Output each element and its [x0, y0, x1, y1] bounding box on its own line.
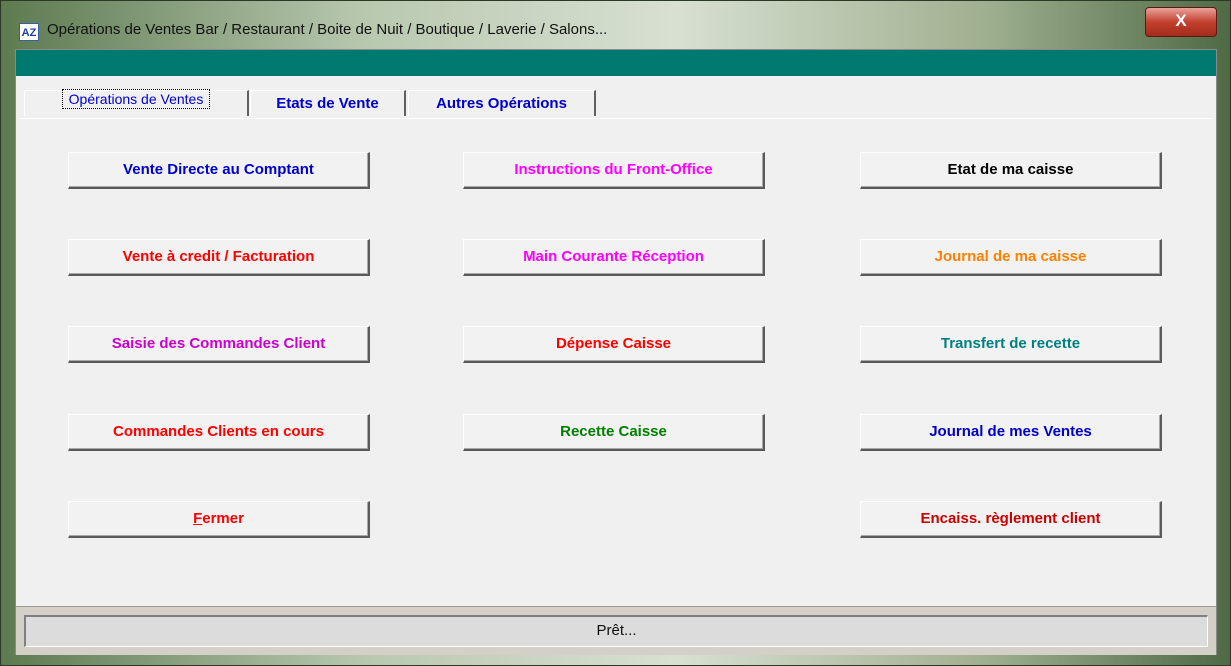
commandes-en-cours-button[interactable]: Commandes Clients en cours: [68, 414, 370, 451]
title-bar[interactable]: AZ Opérations de Ventes Bar / Restaurant…: [1, 1, 1231, 47]
tab-operations-de-ventes[interactable]: Opérations de Ventes: [24, 89, 249, 116]
etat-caisse-button[interactable]: Etat de ma caisse: [860, 152, 1162, 189]
depense-caisse-button[interactable]: Dépense Caisse: [463, 326, 765, 363]
vente-credit-button[interactable]: Vente à credit / Facturation: [68, 239, 370, 276]
tab-etats-de-vente[interactable]: Etats de Vente: [250, 90, 406, 116]
tab-label: Opérations de Ventes: [61, 89, 211, 109]
client-area: Opérations de Ventes Etats de Vente Autr…: [15, 49, 1217, 655]
encaiss-reglement-button[interactable]: Encaiss. règlement client: [860, 501, 1162, 538]
tab-panel: Vente Directe au Comptant Vente à credit…: [20, 118, 1212, 611]
fermer-button[interactable]: Fermer: [68, 501, 370, 538]
recette-caisse-button[interactable]: Recette Caisse: [463, 414, 765, 451]
instructions-front-office-button[interactable]: Instructions du Front-Office: [463, 152, 765, 189]
vente-directe-button[interactable]: Vente Directe au Comptant: [68, 152, 370, 189]
status-area: Prêt...: [16, 606, 1216, 655]
fermer-rest: ermer: [202, 510, 244, 527]
saisie-commandes-button[interactable]: Saisie des Commandes Client: [68, 326, 370, 363]
journal-caisse-button[interactable]: Journal de ma caisse: [860, 239, 1162, 276]
journal-ventes-button[interactable]: Journal de mes Ventes: [860, 414, 1162, 451]
main-courante-button[interactable]: Main Courante Réception: [463, 239, 765, 276]
close-button[interactable]: X: [1145, 7, 1217, 37]
transfert-recette-button[interactable]: Transfert de recette: [860, 326, 1162, 363]
tab-autres-operations[interactable]: Autres Opérations: [408, 90, 596, 116]
status-bar: Prêt...: [24, 615, 1208, 647]
app-icon[interactable]: AZ: [19, 23, 39, 41]
window-title: Opérations de Ventes Bar / Restaurant / …: [47, 21, 608, 38]
header-strip: [16, 50, 1216, 76]
fermer-accel: F: [193, 510, 203, 527]
main-window: AZ Opérations de Ventes Bar / Restaurant…: [0, 0, 1231, 666]
